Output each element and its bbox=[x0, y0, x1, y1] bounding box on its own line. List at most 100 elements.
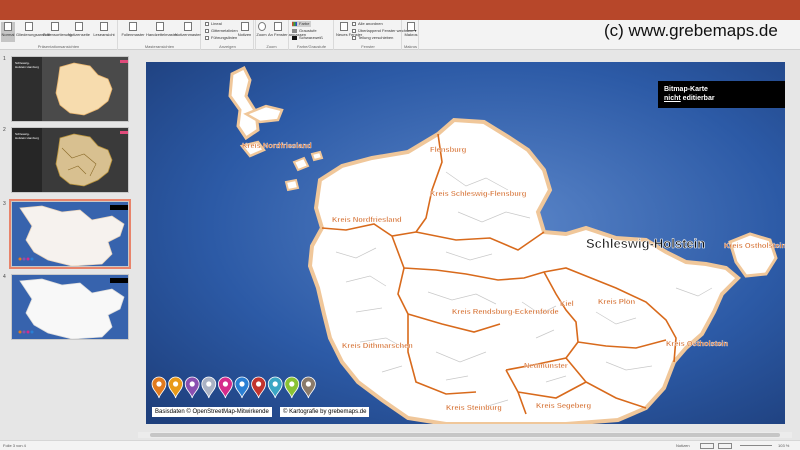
gridlines-check-icon bbox=[205, 28, 209, 33]
arrange-all-button[interactable]: Alle anordnen bbox=[352, 21, 383, 27]
slide-thumbnail-3[interactable] bbox=[9, 199, 131, 269]
osm-credit: Basisdaten © OpenStreetMap-Mitwirkende bbox=[152, 407, 272, 417]
district-label: Flensburg bbox=[430, 145, 467, 154]
switch-window-button[interactable]: Fenster wechseln ▾ bbox=[382, 28, 417, 42]
slide-master-icon bbox=[129, 22, 137, 31]
notes-master-button[interactable]: Notizenmaster bbox=[175, 22, 201, 42]
color-caption: Farbe/Graustufe bbox=[296, 44, 327, 49]
notes-toggle[interactable]: Notizen bbox=[676, 441, 690, 450]
thumbnail-number: 2 bbox=[3, 127, 6, 133]
normal-view-button[interactable]: Normal bbox=[1, 22, 15, 42]
map-pin-dot bbox=[173, 381, 179, 387]
thumbnail-title: Schleswig-Holstein Hamburg bbox=[15, 132, 40, 140]
island-hallig-3 bbox=[284, 178, 300, 192]
guides-checkbox[interactable]: Führungslinien bbox=[205, 35, 237, 41]
slide-sorter-icon bbox=[51, 22, 59, 31]
slide-sorter-button[interactable]: Foliensortierung bbox=[43, 22, 72, 42]
arrange-all-icon bbox=[352, 21, 356, 26]
notes-page-icon bbox=[75, 22, 83, 31]
cascade-icon bbox=[352, 28, 356, 33]
bitmap-notice-emphasis: nicht bbox=[664, 95, 681, 102]
map-pin-dot bbox=[239, 381, 245, 387]
views-group: Normal Gliederungsansicht Foliensortieru… bbox=[0, 20, 118, 50]
macros-button[interactable]: Makros bbox=[404, 22, 418, 42]
map-pin-dot bbox=[189, 381, 195, 387]
district-label: Kreis Dithmarschen bbox=[342, 341, 413, 350]
bitmap-notice-line2: nicht editierbar bbox=[664, 95, 715, 102]
district-label: Kreis Schleswig-Flensburg bbox=[430, 189, 527, 198]
slide-thumbnail-1[interactable]: Schleswig-Holstein Hamburg bbox=[11, 56, 129, 122]
state-label: Schleswig-Holstein bbox=[586, 236, 705, 251]
thumbnail-number: 4 bbox=[3, 274, 6, 280]
outline-view-icon bbox=[25, 22, 33, 31]
thumbnail-number: 1 bbox=[3, 56, 6, 62]
zoom-group: Zoom An Fenster anpassen Zoom bbox=[255, 20, 306, 50]
island-hallig-2 bbox=[310, 150, 324, 162]
bitmap-notice-line1: Bitmap-Karte bbox=[664, 86, 708, 93]
views-caption: Präsentationsansichten bbox=[37, 44, 80, 49]
new-window-button[interactable]: Neues Fenster bbox=[336, 22, 362, 42]
notes-button[interactable]: Notizen bbox=[236, 22, 253, 42]
guides-check-icon bbox=[205, 35, 209, 40]
blackwhite-option[interactable]: Schwarzweiß bbox=[292, 35, 323, 41]
ruler-check-icon bbox=[205, 21, 209, 26]
masters-group: Folienmaster Handzettelmaster Notizenmas… bbox=[119, 20, 201, 50]
fit-to-window-button[interactable]: An Fenster anpassen bbox=[268, 22, 306, 42]
district-label: Kreis Plön bbox=[598, 297, 636, 306]
window-group: Neues Fenster Alle anordnen Überlappend … bbox=[335, 20, 417, 50]
district-label: Kreis Segeberg bbox=[536, 401, 591, 410]
district-label: Kreis Nordfriesland bbox=[332, 215, 402, 224]
sorter-view-status-icon[interactable] bbox=[718, 443, 732, 449]
thumbnail-title: Schleswig-Holstein Hamburg bbox=[15, 61, 40, 69]
zoom-level[interactable]: 103 % bbox=[778, 441, 789, 450]
ruler-checkbox[interactable]: Lineal bbox=[205, 21, 222, 27]
fit-window-icon bbox=[274, 22, 282, 31]
horizontal-scroll-thumb[interactable] bbox=[150, 433, 780, 437]
horizontal-scrollbar[interactable] bbox=[138, 432, 792, 438]
slide-thumbnail-4[interactable] bbox=[11, 274, 129, 340]
vertical-scrollbar[interactable] bbox=[792, 51, 800, 440]
show-caption: Anzeigen bbox=[219, 44, 236, 49]
district-label: Kreis Steinburg bbox=[446, 403, 502, 412]
map-pin-dot bbox=[156, 381, 162, 387]
zoom-slider[interactable] bbox=[740, 445, 772, 446]
move-split-icon bbox=[352, 35, 356, 40]
macros-icon bbox=[407, 22, 415, 31]
district-label: Kreis Ostholstein bbox=[724, 241, 785, 250]
gridlines-checkbox[interactable]: Gitternetzlinien bbox=[205, 28, 238, 34]
grayscale-option[interactable]: Graustufe bbox=[292, 28, 317, 34]
district-label: Kreis Rendsburg-Eckernförde bbox=[452, 307, 559, 316]
new-window-icon bbox=[339, 22, 348, 31]
notes-page-button[interactable]: Notizenseite bbox=[68, 22, 90, 42]
thumbnail-3-preview bbox=[12, 202, 128, 266]
watermark-text: (c) www.grebemaps.de bbox=[604, 21, 778, 40]
reading-view-button[interactable]: Leseansicht bbox=[91, 22, 117, 42]
window-caption: Fenster bbox=[361, 44, 375, 49]
map-pin-dot bbox=[256, 381, 262, 387]
map-pin-dot bbox=[272, 381, 278, 387]
color-option[interactable]: Farbe bbox=[292, 21, 312, 27]
normal-view-status-icon[interactable] bbox=[700, 443, 714, 449]
slide-master-button[interactable]: Folienmaster bbox=[121, 22, 145, 42]
slide-thumbnail-2[interactable]: Schleswig-Holstein Hamburg bbox=[11, 127, 129, 193]
bitmap-notice: Bitmap-Karte nicht editierbar bbox=[658, 81, 785, 108]
cascade-button[interactable]: Überlappend bbox=[352, 28, 381, 34]
outline-view-button[interactable]: Gliederungsansicht bbox=[16, 22, 50, 42]
notes-icon bbox=[240, 22, 249, 31]
title-bar bbox=[0, 0, 800, 20]
map-svg: Kreis Nordfriesland Flensburg Kreis Nord… bbox=[146, 62, 785, 424]
carto-credit: © Kartografie by grebemaps.de bbox=[280, 407, 370, 417]
current-slide[interactable]: Kreis Nordfriesland Flensburg Kreis Nord… bbox=[146, 62, 785, 424]
masters-caption: Masteransichten bbox=[144, 44, 175, 49]
map-pin-dot bbox=[222, 381, 228, 387]
map-pin-dot bbox=[305, 381, 311, 387]
thumbnail-number: 3 bbox=[3, 201, 6, 207]
blackwhite-swatch-icon bbox=[292, 35, 297, 40]
map-pin-dot bbox=[206, 381, 212, 387]
map-pin-dot bbox=[289, 381, 295, 387]
district-label: Kreis Nordfriesland bbox=[242, 141, 312, 150]
thumbnail-4-preview bbox=[12, 275, 128, 339]
handout-master-button[interactable]: Handzettelmaster bbox=[146, 22, 177, 42]
zoom-button[interactable]: Zoom bbox=[256, 22, 267, 42]
normal-view-icon bbox=[4, 22, 12, 31]
